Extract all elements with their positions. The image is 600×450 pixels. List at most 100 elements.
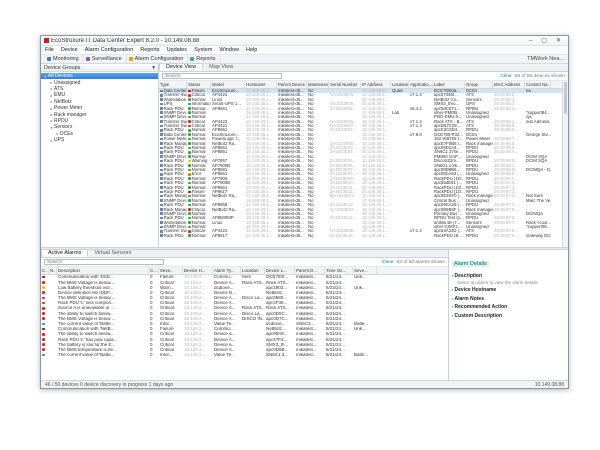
- menu-item-help[interactable]: Help: [246, 47, 257, 53]
- column-header-location[interactable]: Location: [241, 267, 265, 274]
- cell: 10.149.2...: [183, 327, 213, 332]
- column-header-hostname[interactable]: Hostname: [245, 81, 277, 88]
- cell: Device D...: [213, 291, 241, 296]
- device-type-icon: [160, 138, 163, 141]
- severity-critical-icon: [42, 302, 45, 305]
- menu-item-device[interactable]: Device: [61, 47, 78, 53]
- perspective-alarm-configuration[interactable]: Alarm Configuration: [127, 55, 189, 63]
- menu-item-window[interactable]: Window: [219, 47, 239, 53]
- maximize-button[interactable]: ▢: [537, 37, 551, 45]
- cell: 10.149.2...: [183, 343, 213, 348]
- menu-item-alarm-configuration[interactable]: Alarm Configuration: [85, 47, 134, 53]
- column-header-device-l[interactable]: Device L...: [265, 267, 295, 274]
- cell: 0: [149, 296, 159, 301]
- cell: DCIM SQA: [525, 159, 551, 164]
- column-header-type[interactable]: Type: [159, 81, 187, 88]
- device-type-icon: [160, 169, 163, 172]
- cell: [41, 343, 49, 348]
- cell: 0: [149, 291, 159, 296]
- menu-item-system[interactable]: System: [194, 47, 212, 53]
- menu-item-file[interactable]: File: [45, 47, 54, 53]
- column-header-label[interactable]: Label: [433, 81, 465, 88]
- column-header-location[interactable]: Location: [391, 81, 409, 88]
- device-groups-header[interactable]: Device Groups ▾: [41, 64, 158, 72]
- perspective-label: Reports: [196, 56, 215, 62]
- status-normal-icon: [188, 142, 191, 145]
- cell: 10.149.2...: [183, 296, 213, 301]
- device-table-scrollbar[interactable]: [562, 81, 568, 247]
- severity-infor-icon: [42, 323, 45, 326]
- cell: mikatest...: [295, 327, 325, 332]
- cell: The BMS Voltage is below ...: [57, 296, 149, 301]
- column-header-device-h[interactable]: Device H...: [183, 267, 213, 274]
- cell: Rack ATS...: [241, 281, 265, 286]
- column-header-seve[interactable]: Seve...: [353, 267, 377, 274]
- cell: 0: [149, 353, 159, 358]
- alarm-clear-link[interactable]: Clear: [382, 260, 393, 265]
- column-header-applicatio[interactable]: Applicatio...: [409, 81, 433, 88]
- cell: Device A...: [213, 338, 241, 343]
- severity-failure-icon: [42, 328, 45, 331]
- scrollbar-thumb[interactable]: [564, 82, 567, 114]
- tab-virtual-sensors[interactable]: Virtual Sensors: [88, 249, 137, 257]
- alarm-search-input[interactable]: [44, 259, 164, 266]
- tab-map-view[interactable]: Map View: [203, 63, 239, 71]
- column-header-contact-na[interactable]: Contact Na...: [525, 81, 551, 88]
- close-button[interactable]: ✕: [552, 37, 565, 45]
- column-header-model[interactable]: Model: [211, 81, 245, 88]
- cell: v6.4.2: [409, 107, 433, 112]
- cell: 0: [149, 332, 159, 337]
- cell: 8/21/24...: [325, 327, 353, 332]
- cell: mikatest...: [295, 296, 325, 301]
- cell: Critical: [159, 306, 183, 311]
- status-normal-icon: [188, 129, 191, 132]
- cell: apc0D6B...: [265, 348, 295, 353]
- tree-item-label: EMU: [54, 92, 65, 98]
- column-header-c[interactable]: C...: [41, 267, 49, 274]
- tab-active-alarms[interactable]: Active Alarms: [41, 249, 88, 257]
- menu-item-reports[interactable]: Reports: [140, 47, 159, 53]
- column-header-status[interactable]: Status: [187, 81, 211, 88]
- column-header-parent-d[interactable]: Parent D...: [295, 267, 325, 274]
- cell: Critical: [159, 312, 183, 317]
- device-row[interactable]: Rack PDUNormalAP961710.149.28.1...mikate…: [159, 234, 562, 238]
- status-failure-icon: [188, 90, 191, 93]
- perspective-monitoring[interactable]: Monitoring: [45, 55, 84, 63]
- device-search-input[interactable]: [162, 73, 282, 80]
- perspective-reports[interactable]: Reports: [188, 55, 220, 63]
- cell: [41, 322, 49, 327]
- cell: 6/21/24...: [325, 301, 353, 306]
- menu-item-updates[interactable]: Updates: [167, 47, 188, 53]
- minimize-button[interactable]: –: [525, 37, 536, 45]
- cell: Critical: [159, 343, 183, 348]
- column-header-maintenan[interactable]: Maintenan...: [307, 81, 329, 88]
- cell: [41, 317, 49, 322]
- column-header-seve[interactable]: Seve...: [159, 267, 183, 274]
- status-normal-icon: [188, 199, 191, 202]
- cell: sub Adminis...: [525, 120, 551, 125]
- column-header-mac-address[interactable]: MAC Address: [493, 81, 525, 88]
- cell: 10.149.2...: [183, 312, 213, 317]
- cell: Device A...: [213, 332, 241, 337]
- cell: The battery is low for the E...: [57, 343, 149, 348]
- device-type-icon: [160, 151, 163, 154]
- cell: Quad: [391, 89, 409, 93]
- cell: Communication with 'NetB...: [57, 327, 149, 332]
- cell: 6/21/24...: [325, 306, 353, 311]
- cell: NetBotz Ra...: [211, 194, 245, 199]
- column-header-c[interactable]: C...: [149, 267, 159, 274]
- column-header-n[interactable]: N...: [49, 267, 57, 274]
- alarm-row[interactable]: The current value of 'Batte...0Infor...1…: [41, 353, 448, 358]
- cell: "support08...: [525, 225, 551, 230]
- column-header-time-oc[interactable]: Time Oc...: [325, 267, 353, 274]
- sidebar-item-ups[interactable]: ▸UPS: [41, 137, 158, 143]
- column-header-group[interactable]: Group: [465, 81, 493, 88]
- column-header-parent-device[interactable]: Parent Device: [277, 81, 307, 88]
- tab-device-view[interactable]: Device View: [159, 63, 203, 71]
- column-header-serial-number[interactable]: Serial Number: [329, 81, 361, 88]
- device-clear-link[interactable]: Clear: [500, 74, 511, 79]
- perspective-surveillance[interactable]: Surveillance: [84, 55, 127, 63]
- column-header-description[interactable]: Description: [57, 267, 149, 274]
- column-header-ip-address[interactable]: IP Address: [361, 81, 391, 88]
- column-header-alarm-ty[interactable]: Alarm Ty...: [213, 267, 241, 274]
